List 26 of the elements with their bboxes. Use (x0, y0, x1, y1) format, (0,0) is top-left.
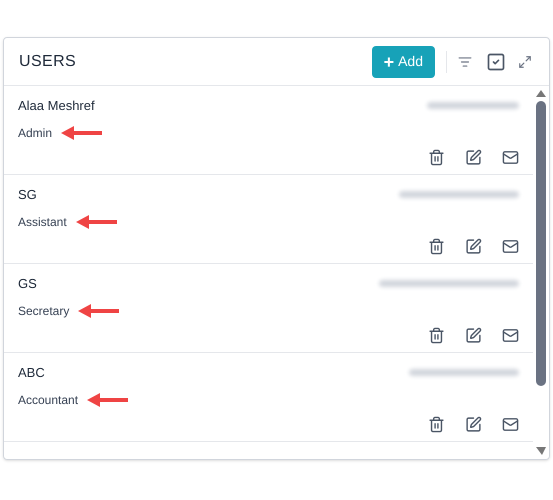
user-role: Secretary (18, 302, 70, 320)
edit-icon[interactable] (465, 238, 482, 255)
delete-icon[interactable] (428, 238, 445, 255)
delete-icon[interactable] (428, 327, 445, 344)
user-role: Accountant (18, 392, 78, 408)
user-name: Alaa Meshref (18, 97, 95, 115)
mail-icon[interactable] (502, 238, 519, 255)
edit-icon[interactable] (465, 327, 482, 344)
add-button[interactable]: + Add (372, 46, 435, 78)
edit-icon[interactable] (465, 416, 482, 433)
mail-icon[interactable] (502, 149, 519, 166)
mail-icon[interactable] (502, 416, 519, 433)
expand-icon[interactable] (518, 54, 532, 68)
panel-title: USERS (19, 52, 76, 72)
user-name: SG (18, 186, 37, 204)
delete-icon[interactable] (428, 149, 445, 166)
user-role: Admin (18, 124, 52, 142)
filter-icon[interactable] (458, 54, 472, 68)
edit-icon[interactable] (465, 149, 482, 166)
mail-icon[interactable] (502, 327, 519, 344)
user-name: GS (18, 275, 37, 293)
user-name: ABC (18, 364, 45, 382)
delete-icon[interactable] (428, 416, 445, 433)
user-role: Assistant (18, 214, 67, 230)
scroll-up-icon[interactable] (536, 90, 546, 97)
checkbox-icon[interactable] (486, 52, 506, 72)
